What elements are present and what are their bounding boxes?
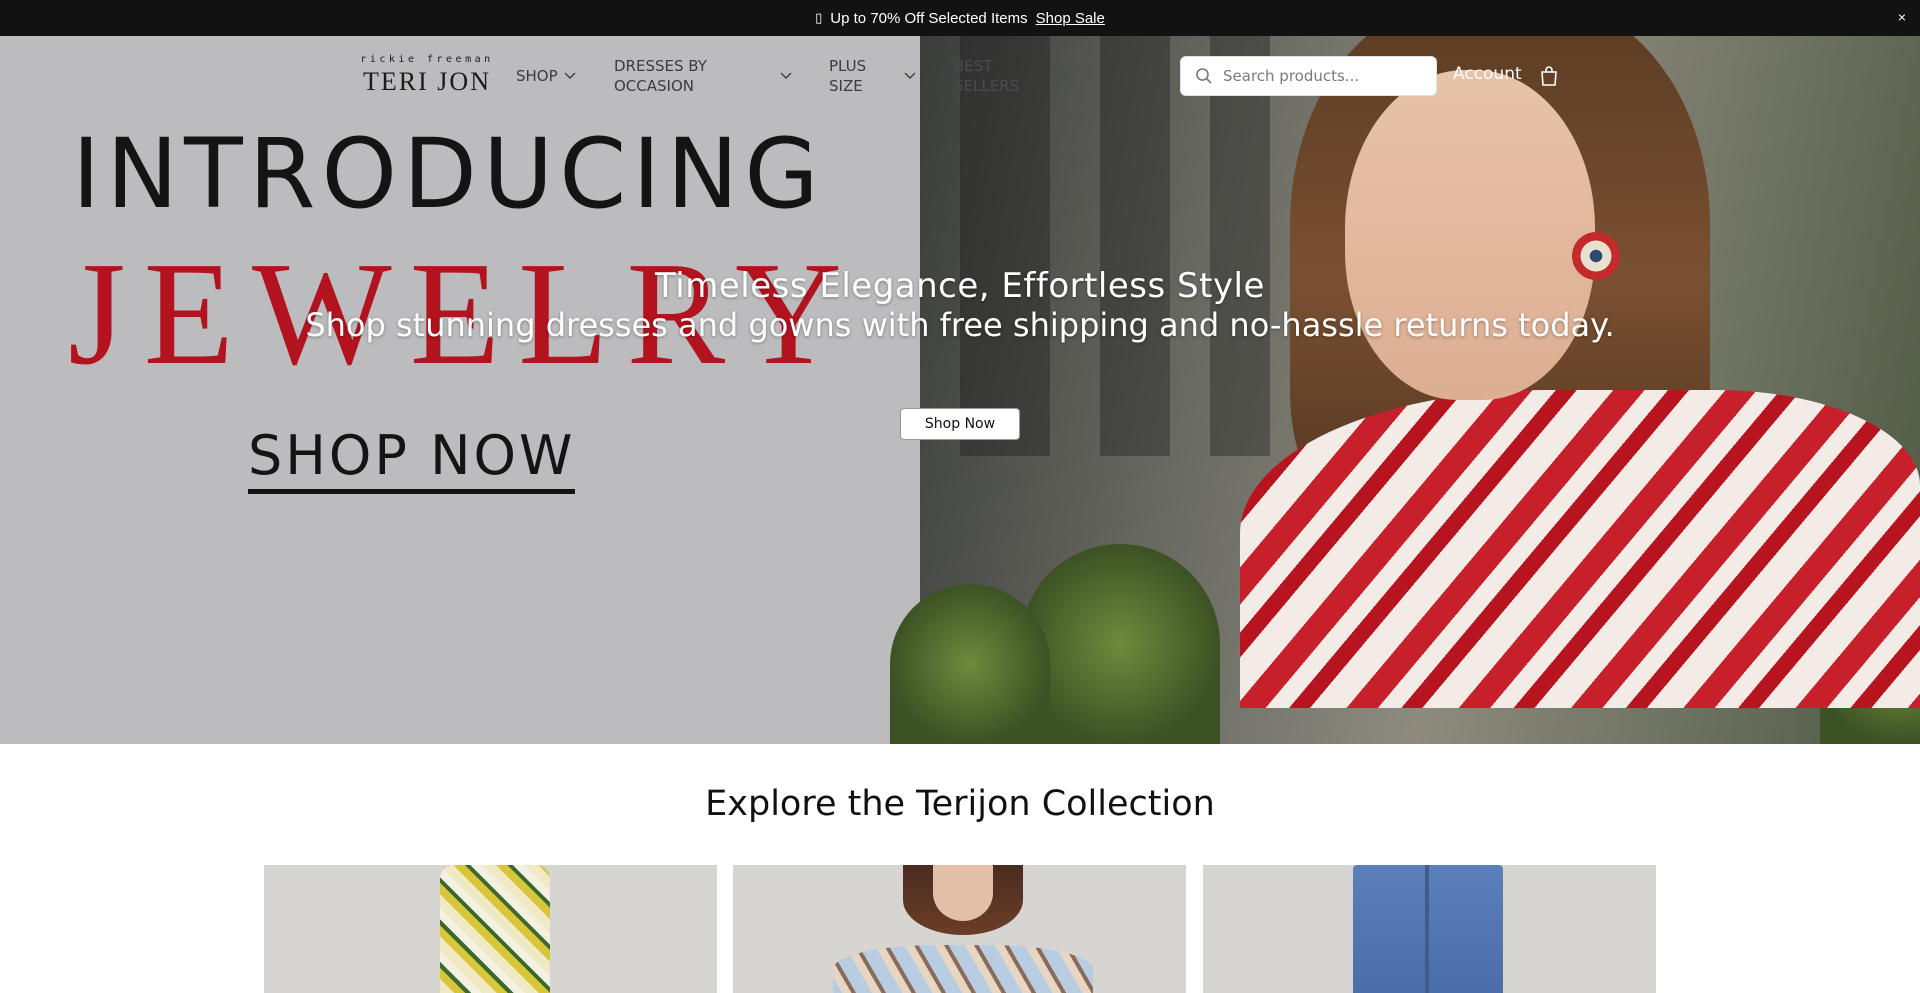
chevron-down-icon (564, 72, 576, 79)
collection-title: Explore the Terijon Collection (705, 784, 1215, 824)
nav-label: PLUS SIZE (829, 57, 867, 95)
logo-small-text: rickie freeman (360, 54, 494, 65)
nav-label: BEST SELLERS (954, 57, 1020, 95)
logo[interactable]: rickie freeman TERI JON (352, 54, 502, 98)
model-dress (1240, 390, 1920, 708)
banner-introducing: INTRODUCING (72, 118, 825, 230)
chevron-down-icon (1056, 72, 1068, 79)
chevron-down-icon (780, 72, 792, 79)
hero-title: Timeless Elegance, Effortless Style (655, 266, 1265, 306)
search-icon (1196, 68, 1212, 84)
hero-subtitle: Shop stunning dresses and gowns with fre… (305, 306, 1615, 344)
collection-card-blue-scarf-dress[interactable] (733, 865, 1186, 993)
announcement-bar: ▯ Up to 70% Off Selected Items Shop Sale… (0, 0, 1920, 36)
collection-card-blue-tweed-jacket[interactable] (1203, 865, 1656, 993)
account-link[interactable]: Account (1453, 64, 1522, 84)
banner-shop-now[interactable]: SHOP NOW (248, 427, 576, 494)
logo-big-text: TERI JON (363, 67, 491, 96)
close-icon[interactable]: × (1898, 9, 1906, 25)
gift-icon: ▯ (815, 10, 823, 25)
shopping-bag-icon[interactable] (1540, 66, 1558, 86)
hero-banner[interactable]: INTRODUCING JEWELRY SHOP NOW Timeless El… (0, 36, 1920, 744)
model-face (1345, 70, 1595, 400)
nav-label: DRESSES BY OCCASION (614, 57, 707, 95)
nav-best-sellers[interactable]: BEST SELLERS (954, 56, 1068, 96)
collection-card-yellow-floral-dress[interactable] (264, 865, 717, 993)
nav-label: SHOP (516, 67, 558, 85)
search-box[interactable] (1180, 56, 1437, 96)
nav-plus-size[interactable]: PLUS SIZE (829, 56, 916, 96)
nav-dresses-by-occasion[interactable]: DRESSES BY OCCASION (614, 56, 792, 96)
chevron-down-icon (904, 72, 916, 79)
announcement-text: Up to 70% Off Selected Items (830, 9, 1028, 27)
search-input[interactable] (1223, 67, 1423, 85)
shop-sale-link[interactable]: Shop Sale (1036, 10, 1105, 27)
nav-shop[interactable]: SHOP (516, 66, 576, 86)
shop-now-button[interactable]: Shop Now (900, 408, 1020, 440)
